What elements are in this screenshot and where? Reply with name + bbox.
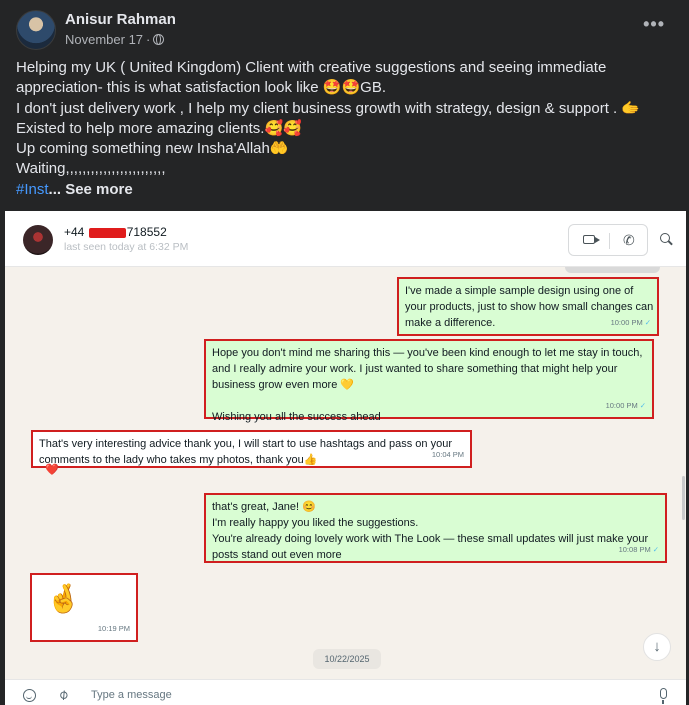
message-time: 10:08 PM ✓ <box>619 542 659 558</box>
message-time: 10:00 PM ✓ <box>606 398 646 414</box>
message-text: posts stand out even more <box>212 549 342 561</box>
paperclip-icon: ⌀ <box>54 685 72 703</box>
message-composer: ⌀ <box>5 679 686 705</box>
redaction-mark <box>88 227 126 238</box>
video-call-icon <box>583 235 600 244</box>
message-text <box>212 393 646 409</box>
contact-number: +44 718552 <box>64 225 167 239</box>
contact-prefix: +44 <box>64 225 85 239</box>
message-time: 10:00 PM ✓ <box>611 315 651 331</box>
post-line: Helping my UK ( United Kingdom) Client w… <box>16 59 607 76</box>
message-time-text: 10:00 PM <box>610 318 643 327</box>
check-icon: ✓ <box>639 401 646 410</box>
hashtag-link[interactable]: #Inst <box>16 181 49 198</box>
message-bubble-outgoing: that's great, Jane! 😊 I'm really happy y… <box>204 493 667 563</box>
author-name[interactable]: Anisur Rahman <box>65 11 176 28</box>
post-line: Existed to help more amazing clients.🥰🥰 <box>16 119 302 137</box>
last-seen: last seen today at 6:32 PM <box>64 241 189 253</box>
more-horizontal-icon[interactable]: ••• <box>643 14 665 35</box>
call-buttons: ✆ <box>568 224 648 256</box>
message-text: Wishing you all the success ahead <box>212 411 381 423</box>
post-date[interactable]: November 17 <box>65 32 143 47</box>
message-text: comments to the lady who takes my photos… <box>39 454 318 466</box>
hashtag-line: #Inst... See more <box>16 180 676 200</box>
message-text: Hope you don't mind me sharing this — yo… <box>212 347 643 359</box>
scroll-down-button: ↓ <box>643 633 671 661</box>
chat-header: +44 718552 last seen today at 6:32 PM ✆ <box>5 211 686 267</box>
message-text: I've made a simple sample design using o… <box>405 285 634 297</box>
heart-reaction-icon: ❤️ <box>45 464 59 476</box>
post-image[interactable]: +44 718552 last seen today at 6:32 PM ✆ … <box>5 211 686 705</box>
search-icon <box>660 233 670 243</box>
message-text: that's great, Jane! 😊 <box>212 501 316 513</box>
message-text: I'm really happy you liked the suggestio… <box>212 517 419 529</box>
scrollbar <box>682 476 685 520</box>
globe-icon[interactable] <box>153 34 165 45</box>
message-time: 10:19 PM <box>97 624 130 633</box>
message-bubble-outgoing: I've made a simple sample design using o… <box>397 277 659 336</box>
phone-icon: ✆ <box>623 232 635 248</box>
message-text: and I really admire your work. I just wa… <box>212 363 618 375</box>
message-input <box>91 685 631 705</box>
meta-separator: · <box>146 32 151 47</box>
crossed-fingers-emoji: 🤞 <box>46 583 81 614</box>
message-bubble-incoming: That's very interesting advice thank you… <box>31 430 472 468</box>
post-text: Helping my UK ( United Kingdom) Client w… <box>16 58 676 200</box>
microphone-icon <box>660 688 667 704</box>
post-line: Waiting,,,,,,,,,,,,,,,,,,,,,,,, <box>16 160 166 178</box>
author-avatar[interactable] <box>16 10 56 50</box>
message-time-text: 10:08 PM <box>618 545 651 554</box>
emoji-icon <box>23 689 36 702</box>
message-bubble-outgoing: Hope you don't mind me sharing this — yo… <box>204 339 654 423</box>
date-chip: 10/22/2025 <box>313 649 381 669</box>
post-line: appreciation- this is what satisfaction … <box>16 79 387 97</box>
message-text: That's very interesting advice thank you… <box>39 438 452 450</box>
check-icon: ✓ <box>644 318 651 327</box>
message-text: your products, just to show how small ch… <box>405 301 654 313</box>
divider <box>609 233 610 249</box>
post-line: Up coming something new Insha'Allah🤲 <box>16 140 289 158</box>
contact-avatar <box>23 225 53 255</box>
message-bubble-incoming: 🤞 10:19 PM <box>30 573 138 642</box>
contact-suffix: 718552 <box>126 225 167 239</box>
message-text: You're already doing lovely work with Th… <box>212 533 649 545</box>
message-time-text: 10:00 PM <box>605 401 638 410</box>
previous-message-edge <box>565 267 660 273</box>
see-more-link[interactable]: ... See more <box>49 181 133 198</box>
check-icon: ✓ <box>652 545 659 554</box>
message-text: business grow even more 💛 <box>212 379 355 391</box>
post-meta: November 17 · <box>65 32 165 47</box>
post-line: I don't just delivery work , I help my c… <box>16 99 641 117</box>
message-time: 10:04 PM <box>431 450 464 459</box>
post-header: Anisur Rahman November 17 · ••• <box>0 0 689 52</box>
